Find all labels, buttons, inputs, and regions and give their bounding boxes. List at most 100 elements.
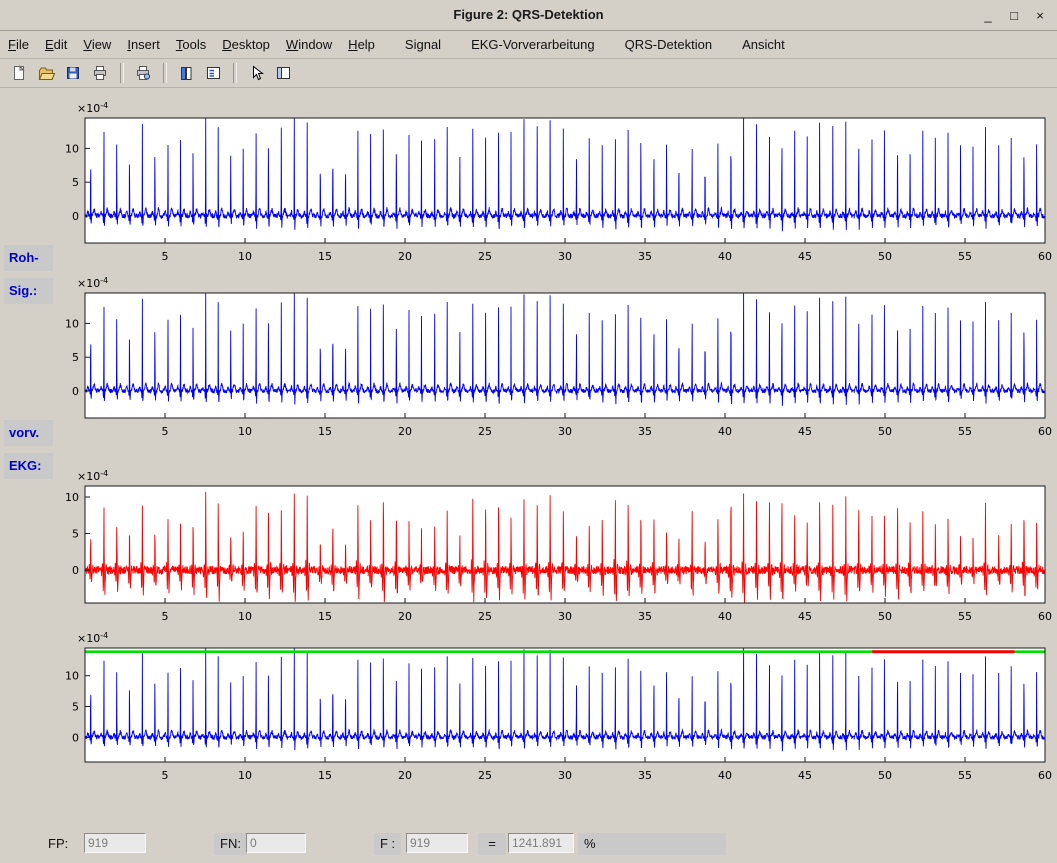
- open-file-button[interactable]: [33, 60, 59, 86]
- svg-text:55: 55: [958, 610, 972, 623]
- svg-text:25: 25: [478, 610, 492, 623]
- svg-text:5: 5: [72, 351, 79, 364]
- svg-text:0: 0: [72, 731, 79, 744]
- svg-text:60: 60: [1038, 425, 1052, 438]
- svg-text:50: 50: [878, 769, 892, 782]
- f-input[interactable]: [406, 833, 468, 853]
- plot-browser-button[interactable]: [270, 60, 296, 86]
- fp-input[interactable]: [84, 833, 146, 853]
- preprocessed-ecg-axes: 510152025303540455055600510×10-4: [35, 273, 1057, 444]
- menu-qrs-detektion[interactable]: QRS-Detektion: [617, 31, 720, 58]
- ratio-input[interactable]: [508, 833, 574, 853]
- print-figure-button[interactable]: [87, 60, 113, 86]
- print-preview-button[interactable]: [130, 60, 156, 86]
- toolbar-separator: [163, 63, 167, 83]
- svg-text:50: 50: [878, 250, 892, 263]
- svg-text:25: 25: [478, 250, 492, 263]
- menu-edit[interactable]: Edit: [37, 31, 75, 58]
- menu-window[interactable]: Window: [278, 31, 340, 58]
- svg-text:25: 25: [478, 769, 492, 782]
- svg-text:35: 35: [638, 610, 652, 623]
- raw-ecg-plot: 510152025303540455055600510×10-4: [35, 98, 1057, 269]
- svg-text:30: 30: [558, 610, 572, 623]
- save-figure-button[interactable]: [60, 60, 86, 86]
- new-figure-icon: [10, 64, 28, 82]
- svg-text:45: 45: [798, 425, 812, 438]
- svg-text:40: 40: [718, 610, 732, 623]
- y-axis-exponent-label: ×10-4: [77, 101, 108, 115]
- svg-text:10: 10: [65, 491, 79, 504]
- menu-file[interactable]: File: [0, 31, 37, 58]
- menubar: FileEditViewInsertToolsDesktopWindowHelp…: [0, 31, 1057, 59]
- open-file-icon: [37, 64, 55, 82]
- menu-ansicht[interactable]: Ansicht: [734, 31, 793, 58]
- insert-colorbar-icon: [177, 64, 195, 82]
- svg-text:20: 20: [398, 250, 412, 263]
- window-title: Figure 2: QRS-Detektion: [0, 0, 1057, 30]
- fn-input[interactable]: [246, 833, 306, 853]
- y-axis-exponent-label: ×10-4: [77, 276, 108, 290]
- svg-text:5: 5: [162, 610, 169, 623]
- preprocessed-ecg-plot: 510152025303540455055600510×10-4: [35, 273, 1057, 444]
- menu-view[interactable]: View: [75, 31, 119, 58]
- insert-legend-button[interactable]: [200, 60, 226, 86]
- f-label: F :: [374, 833, 401, 855]
- figure-window: { "window": { "title": "Figure 2: QRS-De…: [0, 0, 1057, 863]
- toolbar-separator: [120, 63, 124, 83]
- menu-tools[interactable]: Tools: [168, 31, 214, 58]
- svg-text:15: 15: [318, 610, 332, 623]
- svg-text:40: 40: [718, 425, 732, 438]
- svg-text:10: 10: [65, 142, 79, 155]
- svg-text:35: 35: [638, 769, 652, 782]
- svg-text:5: 5: [162, 769, 169, 782]
- print-figure-icon: [91, 64, 109, 82]
- menu-insert[interactable]: Insert: [119, 31, 168, 58]
- minimize-button[interactable]: _: [975, 3, 1001, 27]
- insert-colorbar-button[interactable]: [173, 60, 199, 86]
- toolbar: [0, 59, 1057, 88]
- svg-text:5: 5: [72, 528, 79, 541]
- maximize-button[interactable]: □: [1001, 3, 1027, 27]
- svg-text:25: 25: [478, 425, 492, 438]
- svg-text:20: 20: [398, 769, 412, 782]
- svg-text:35: 35: [638, 425, 652, 438]
- close-button[interactable]: ×: [1027, 3, 1053, 27]
- svg-text:30: 30: [558, 250, 572, 263]
- qrs-detection-axes: 510152025303540455055600510×10-4: [35, 466, 1057, 629]
- equals-label: =: [478, 833, 506, 855]
- menu-desktop[interactable]: Desktop: [214, 31, 278, 58]
- figure-canvas: Roh- Sig.: vorv. EKG: QRS-Detektion 5101…: [0, 88, 1057, 863]
- titlebar[interactable]: Figure 2: QRS-Detektion _ □ ×: [0, 0, 1057, 31]
- save-figure-icon: [64, 64, 82, 82]
- menu-signal[interactable]: Signal: [397, 31, 449, 58]
- svg-text:10: 10: [238, 610, 252, 623]
- svg-text:40: 40: [718, 769, 732, 782]
- percent-label: %: [578, 833, 726, 855]
- svg-text:45: 45: [798, 769, 812, 782]
- svg-text:45: 45: [798, 610, 812, 623]
- svg-text:10: 10: [238, 769, 252, 782]
- svg-text:55: 55: [958, 769, 972, 782]
- svg-text:50: 50: [878, 610, 892, 623]
- new-figure-button[interactable]: [6, 60, 32, 86]
- svg-text:15: 15: [318, 250, 332, 263]
- qrs-detection-plot: 510152025303540455055600510×10-4: [35, 466, 1057, 629]
- svg-text:5: 5: [162, 250, 169, 263]
- svg-text:15: 15: [318, 769, 332, 782]
- svg-text:40: 40: [718, 250, 732, 263]
- menu-help[interactable]: Help: [340, 31, 383, 58]
- svg-text:60: 60: [1038, 769, 1052, 782]
- svg-text:60: 60: [1038, 250, 1052, 263]
- svg-text:30: 30: [558, 769, 572, 782]
- menu-ekg-vorverarbeitung[interactable]: EKG-Vorverarbeitung: [463, 31, 603, 58]
- edit-plot-button[interactable]: [243, 60, 269, 86]
- svg-text:55: 55: [958, 250, 972, 263]
- raw-ecg-axes: 510152025303540455055600510×10-4: [35, 98, 1057, 269]
- fn-label: FN:: [214, 833, 247, 855]
- y-axis-exponent-label: ×10-4: [77, 631, 108, 645]
- svg-text:10: 10: [238, 425, 252, 438]
- insert-legend-icon: [204, 64, 222, 82]
- svg-text:15: 15: [318, 425, 332, 438]
- svg-text:20: 20: [398, 610, 412, 623]
- svg-text:55: 55: [958, 425, 972, 438]
